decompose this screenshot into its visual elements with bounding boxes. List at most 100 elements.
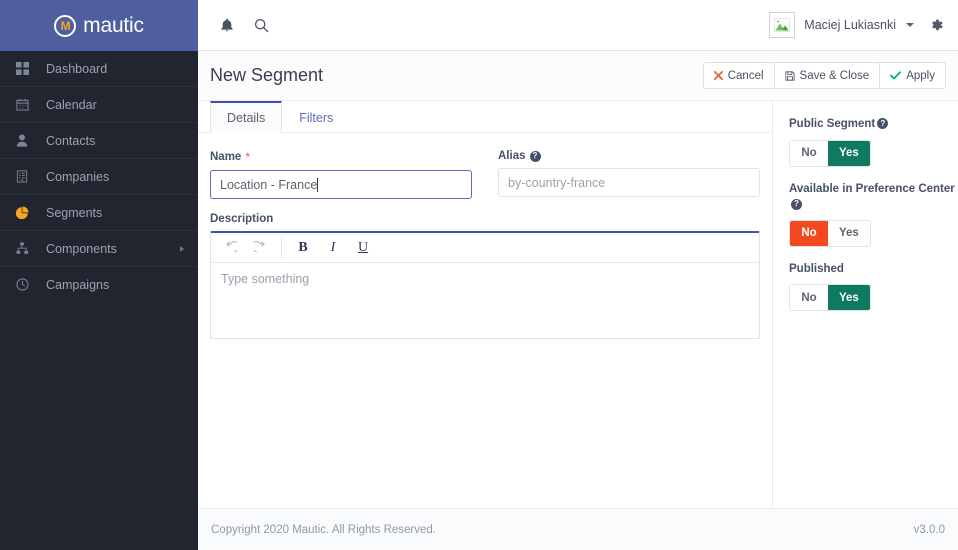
public-segment-no[interactable]: No [790, 140, 828, 166]
undo-icon[interactable] [215, 234, 245, 262]
underline-glyph: U [357, 239, 369, 255]
tab-bar: Details Filters [198, 101, 772, 133]
tab-filters[interactable]: Filters [282, 101, 350, 133]
bold-icon[interactable]: B [288, 234, 318, 262]
grid-icon [16, 62, 36, 75]
sitemap-icon [16, 242, 36, 255]
name-label: Name * [210, 150, 472, 164]
preference-center-no[interactable]: No [790, 220, 828, 246]
sidebar-item-label: Calendar [46, 97, 97, 112]
gear-icon[interactable] [928, 17, 944, 33]
redo-icon[interactable] [245, 234, 275, 262]
sidebar-nav: Dashboard Calendar Contacts Companies Se… [0, 51, 198, 301]
chevron-right-icon [180, 245, 184, 252]
name-field-group: Name * Location - France [210, 150, 472, 199]
text-cursor [317, 177, 319, 192]
tab-filters-label: Filters [299, 110, 334, 125]
content-column: Details Filters Name * Location - France… [198, 101, 773, 508]
user-menu[interactable]: Maciej Lukiasnki [769, 12, 914, 38]
underline-icon[interactable]: U [348, 234, 378, 262]
italic-glyph: I [330, 239, 336, 255]
public-segment-yes[interactable]: Yes [828, 140, 870, 166]
page-header: New Segment Cancel Save & Close Apply [198, 51, 958, 101]
name-label-text: Name [210, 151, 242, 163]
sidebar-filler [0, 300, 198, 550]
published-yes[interactable]: Yes [828, 285, 870, 311]
form-area: Name * Location - France Alias ? by-coun… [198, 133, 772, 508]
user-icon [16, 134, 36, 147]
sidebar-item-dashboard[interactable]: Dashboard [0, 51, 198, 87]
sidebar-item-campaigns[interactable]: Campaigns [0, 267, 198, 301]
name-input-value: Location - France [220, 177, 318, 192]
brand-logo[interactable]: M mautic [0, 0, 198, 51]
preference-center-toggle[interactable]: No Yes [789, 219, 871, 247]
apply-button[interactable]: Apply [880, 62, 946, 89]
bold-glyph: B [298, 239, 308, 255]
sidebar-item-label: Companies [46, 169, 110, 184]
cancel-button-label: Cancel [727, 69, 764, 82]
preference-center-label-text: Available in Preference Center [789, 182, 955, 195]
preference-center-group: Available in Preference Center? No Yes [789, 182, 958, 247]
apply-button-label: Apply [906, 69, 935, 82]
check-icon [890, 71, 902, 80]
user-name: Maciej Lukiasnki [804, 18, 896, 32]
x-icon [713, 71, 723, 80]
description-textarea[interactable]: Type something [211, 263, 759, 338]
public-segment-toggle[interactable]: No Yes [789, 139, 871, 167]
save-icon [784, 70, 795, 81]
name-alias-row: Name * Location - France Alias ? [210, 150, 760, 199]
brand-name: mautic [83, 13, 144, 37]
published-toggle[interactable]: No Yes [789, 284, 871, 312]
public-segment-label: Public Segment? [789, 117, 958, 133]
pie-chart-icon [16, 206, 36, 219]
name-input[interactable]: Location - France [210, 170, 472, 199]
broken-image-icon [769, 12, 796, 38]
alias-label-text: Alias [498, 150, 526, 162]
toolbar-separator [281, 236, 282, 259]
body-split: Details Filters Name * Location - France… [198, 101, 958, 508]
bell-icon[interactable] [210, 8, 244, 42]
question-icon[interactable]: ? [877, 118, 889, 130]
italic-icon[interactable]: I [318, 234, 348, 262]
calendar-icon [16, 98, 36, 111]
search-icon[interactable] [244, 8, 278, 42]
sidebar-item-companies[interactable]: Companies [0, 159, 198, 195]
save-close-button-label: Save & Close [799, 69, 870, 82]
alias-label: Alias ? [498, 150, 760, 162]
published-no[interactable]: No [790, 285, 828, 311]
chevron-down-icon [906, 23, 914, 27]
description-placeholder: Type something [221, 272, 310, 286]
footer: Copyright 2020 Mautic. All Rights Reserv… [198, 508, 958, 550]
app-root: M mautic Dashboard Calendar Contacts Com… [0, 0, 958, 550]
sidebar-item-label: Dashboard [46, 61, 108, 76]
preference-center-yes[interactable]: Yes [828, 220, 870, 246]
description-label-text: Description [210, 213, 274, 225]
sidebar-item-contacts[interactable]: Contacts [0, 123, 198, 159]
required-marker: * [245, 150, 250, 164]
alias-input[interactable] [498, 168, 760, 197]
public-segment-label-text: Public Segment [789, 118, 876, 130]
right-panel: Public Segment? No Yes Available in Pref… [773, 101, 958, 508]
page-title: New Segment [210, 65, 324, 85]
question-icon[interactable]: ? [791, 198, 802, 210]
description-label: Description [210, 213, 760, 225]
header-button-group: Cancel Save & Close Apply [702, 62, 946, 89]
mautic-logo-icon: M [54, 14, 77, 37]
main-area: Maciej Lukiasnki New Segment Cancel Save… [198, 0, 958, 550]
sidebar: M mautic Dashboard Calendar Contacts Com… [0, 0, 198, 550]
question-icon[interactable]: ? [529, 150, 541, 162]
sidebar-item-components[interactable]: Components [0, 231, 198, 267]
footer-version: v3.0.0 [913, 523, 945, 536]
tab-details[interactable]: Details [210, 101, 283, 133]
cancel-button[interactable]: Cancel [702, 62, 775, 89]
clock-icon [16, 278, 36, 291]
save-close-button[interactable]: Save & Close [774, 62, 881, 89]
sidebar-item-label: Contacts [46, 133, 96, 148]
editor-toolbar: B I U [211, 233, 759, 263]
published-label: Published [789, 262, 844, 275]
sidebar-item-calendar[interactable]: Calendar [0, 87, 198, 123]
sidebar-item-label: Segments [46, 205, 103, 220]
sidebar-item-segments[interactable]: Segments [0, 195, 198, 231]
topbar: Maciej Lukiasnki [198, 0, 958, 51]
sidebar-item-label: Campaigns [46, 277, 110, 292]
